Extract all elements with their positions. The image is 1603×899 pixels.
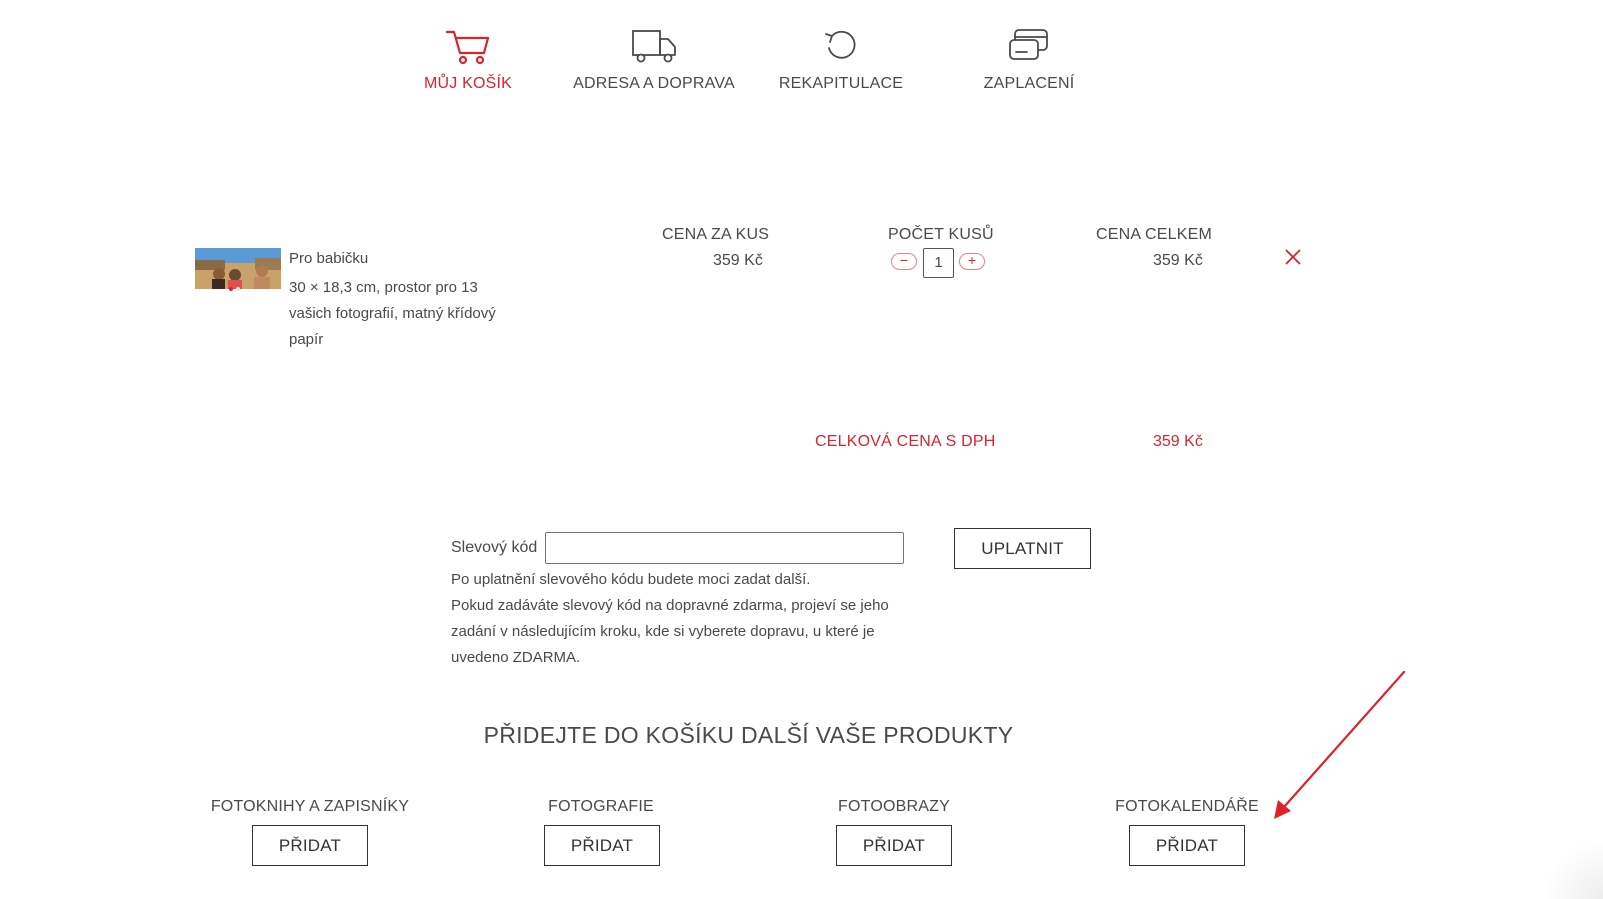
add-photobooks-button[interactable]: PŘIDAT (252, 825, 368, 866)
thumbnail-pagination (229, 287, 240, 291)
product-category-label: FOTOOBRAZY (838, 798, 950, 815)
corner-shadow (1543, 839, 1603, 899)
item-unit-price: 359 Kč (713, 252, 763, 269)
product-photo (195, 248, 281, 289)
cart-icon (445, 30, 490, 65)
header-total-price: CENA CELKEM (1096, 226, 1213, 243)
product-category-label: FOTOKNIHY A ZAPISNÍKY (210, 798, 410, 815)
product-thumbnail[interactable] (195, 248, 281, 289)
pagination-dot (236, 287, 240, 291)
credit-card-icon (1009, 29, 1048, 60)
quantity-decrease-button[interactable]: − (891, 253, 917, 270)
quantity-increase-button[interactable]: + (959, 253, 985, 270)
step-label: MŮJ KOŠÍK (423, 75, 513, 92)
step-payment[interactable]: ZAPLACENÍ (929, 26, 1129, 93)
item-name: Pro babičku (289, 250, 369, 267)
item-total-price: 359 Kč (1153, 252, 1203, 269)
add-photos-button[interactable]: PŘIDAT (544, 825, 660, 866)
discount-code-label: Slevový kód (451, 539, 538, 556)
step-address-shipping[interactable]: ADRESA A DOPRAVA (554, 26, 754, 93)
discount-note: Po uplatnění slevového kódu budete moci … (451, 571, 889, 666)
grand-total-label: CELKOVÁ CENA S DPH (815, 433, 996, 450)
annotation-arrow-icon (1274, 670, 1406, 819)
step-label: REKAPITULACE (778, 75, 904, 92)
product-category-photobooks: FOTOKNIHY A ZAPISNÍKY (180, 798, 440, 816)
step-label: ADRESA A DOPRAVA (573, 75, 735, 92)
remove-item-icon[interactable] (1284, 248, 1302, 266)
product-category-canvas: FOTOOBRAZY (764, 798, 1024, 816)
step-label: ZAPLACENÍ (983, 75, 1075, 92)
quantity-input[interactable]: 1 (923, 248, 954, 278)
step-my-cart[interactable]: MŮJ KOŠÍK (368, 26, 568, 93)
item-description: 30 × 18,3 cm, prostor pro 13 vašich foto… (289, 279, 496, 348)
product-category-photos: FOTOGRAFIE (471, 798, 731, 816)
truck-icon (632, 30, 676, 63)
discount-code-input[interactable] (545, 532, 904, 564)
pagination-dot-active (229, 287, 233, 291)
add-calendars-button[interactable]: PŘIDAT (1129, 825, 1245, 866)
product-category-label: FOTOGRAFIE (548, 798, 654, 815)
grand-total-value: 359 Kč (1153, 433, 1203, 450)
add-canvas-button[interactable]: PŘIDAT (836, 825, 952, 866)
undo-arrow-icon (825, 30, 856, 59)
apply-discount-button[interactable]: UPLATNIT (954, 528, 1091, 569)
header-quantity: POČET KUSŮ (888, 226, 994, 243)
header-unit-price: CENA ZA KUS (662, 226, 770, 243)
step-recap[interactable]: REKAPITULACE (741, 26, 941, 93)
